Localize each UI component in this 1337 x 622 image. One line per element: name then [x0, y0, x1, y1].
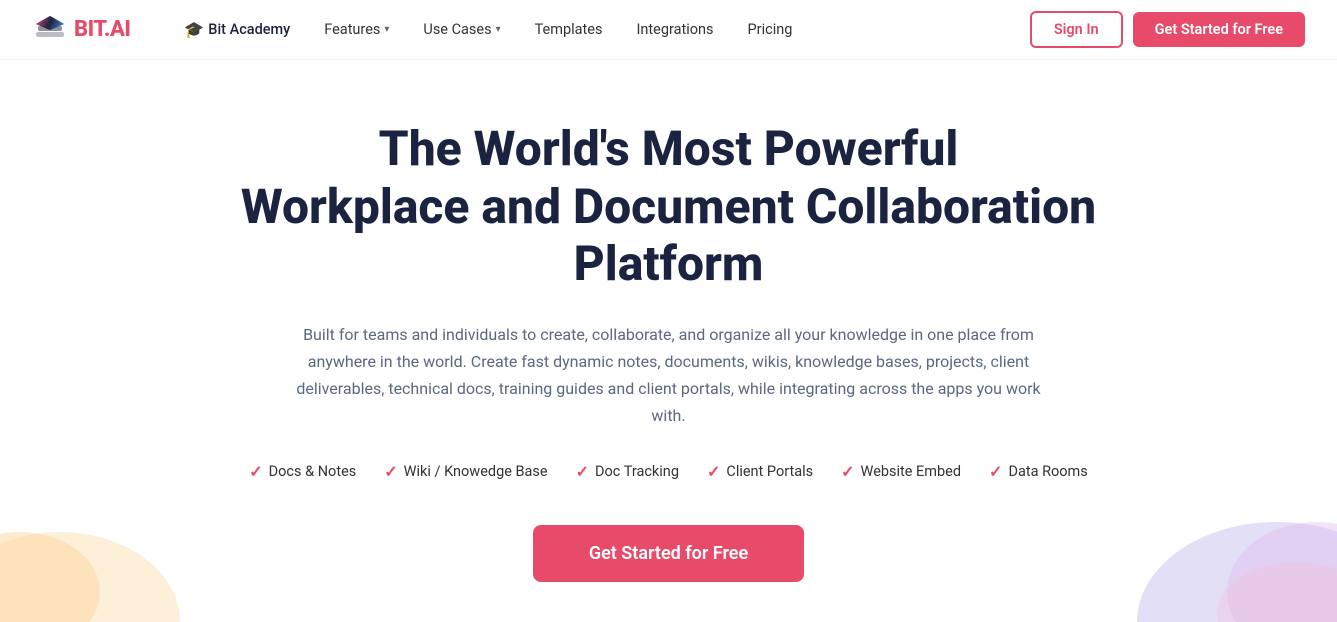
check-icon: ✓ — [707, 462, 720, 481]
get-started-hero-button[interactable]: Get Started for Free — [533, 525, 804, 582]
feature-item: ✓ Wiki / Knowedge Base — [384, 462, 547, 481]
feature-item: ✓ Client Portals — [707, 462, 813, 481]
academy-icon: 🎓 — [184, 20, 204, 39]
features-list: ✓ Docs & Notes ✓ Wiki / Knowedge Base ✓ Do… — [249, 462, 1088, 481]
feature-item: ✓ Website Embed — [841, 462, 961, 481]
signin-button[interactable]: Sign In — [1030, 11, 1123, 48]
nav-links: 🎓 Bit Academy Features ▾ Use Cases ▾ Tem… — [170, 12, 1029, 47]
chevron-down-icon: ▾ — [496, 24, 501, 35]
blob-left — [0, 462, 180, 622]
nav-actions: Sign In Get Started for Free — [1030, 11, 1305, 48]
logo[interactable]: BIT.AI — [32, 12, 130, 48]
nav-use-cases[interactable]: Use Cases ▾ — [409, 13, 514, 46]
nav-features[interactable]: Features ▾ — [310, 13, 403, 46]
feature-item: ✓ Doc Tracking — [576, 462, 679, 481]
nav-integrations[interactable]: Integrations — [622, 13, 727, 46]
check-icon: ✓ — [576, 462, 589, 481]
nav-academy[interactable]: 🎓 Bit Academy — [170, 12, 304, 47]
chevron-down-icon: ▾ — [384, 24, 389, 35]
hero-title: The World's Most Powerful Workplace and … — [219, 120, 1119, 293]
feature-item: ✓ Data Rooms — [989, 462, 1088, 481]
nav-templates[interactable]: Templates — [521, 13, 617, 46]
check-icon: ✓ — [989, 462, 1002, 481]
hero-section: The World's Most Powerful Workplace and … — [0, 60, 1337, 622]
nav-pricing[interactable]: Pricing — [734, 13, 807, 46]
check-icon: ✓ — [249, 462, 262, 481]
check-icon: ✓ — [841, 462, 854, 481]
blob-right — [1117, 462, 1337, 622]
navbar: BIT.AI 🎓 Bit Academy Features ▾ Use Case… — [0, 0, 1337, 60]
feature-item: ✓ Docs & Notes — [249, 462, 356, 481]
hero-subtitle: Built for teams and individuals to creat… — [279, 321, 1059, 430]
logo-text: BIT.AI — [74, 17, 130, 42]
logo-icon — [32, 12, 68, 48]
get-started-nav-button[interactable]: Get Started for Free — [1133, 12, 1305, 47]
check-icon: ✓ — [384, 462, 397, 481]
